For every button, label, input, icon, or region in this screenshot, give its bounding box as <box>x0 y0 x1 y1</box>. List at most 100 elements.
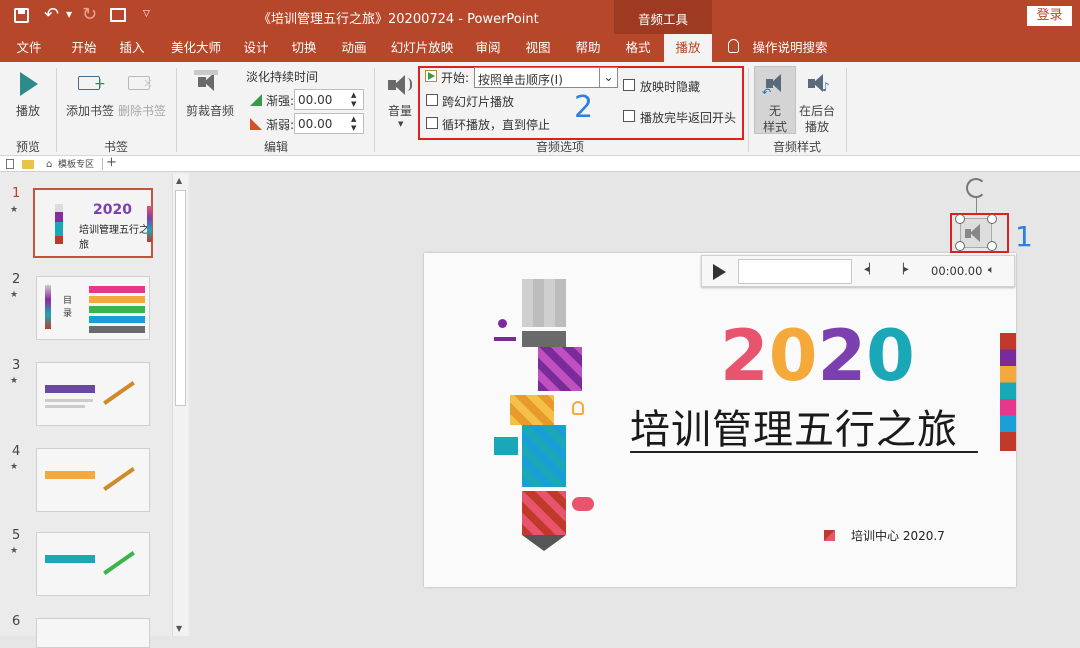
fade-out-input[interactable]: 00.00 ▲ ▼ <box>294 113 364 134</box>
scroll-down-icon[interactable]: ▼ <box>176 624 182 633</box>
player-forward-icon[interactable]: ▕▸ <box>896 264 909 275</box>
group-edit: 编辑 <box>263 140 288 154</box>
fade-in-input[interactable]: 00.00 ▲ ▼ <box>294 89 364 110</box>
redo-icon[interactable]: ↻ <box>82 4 97 25</box>
customize-toolbar-icon[interactable]: ▽ <box>143 9 150 19</box>
thumb-number-4: 4 <box>12 444 21 459</box>
lightbulb-decor-icon <box>572 401 584 415</box>
loop-label: 循环播放，直到停止 <box>442 118 551 132</box>
slide-thumbnail-4[interactable] <box>36 448 150 512</box>
remove-bookmark-icon: × <box>128 76 153 90</box>
slide-title: 培训管理五行之旅 <box>630 407 958 453</box>
cross-slides-checkbox[interactable] <box>426 94 438 106</box>
context-tab-label: 音频工具 <box>637 12 688 27</box>
slide-thumbnail-3[interactable] <box>36 362 150 426</box>
audio-player-bar: ◂▏ ▕▸ 00:00.00 🔈︎ <box>701 255 1015 287</box>
trim-audio-button[interactable]: 剪裁音频 <box>182 102 238 119</box>
volume-dropdown-icon[interactable]: ▼ <box>398 120 403 128</box>
thumb-number-3: 3 <box>12 358 21 373</box>
undo-icon[interactable]: ↶ <box>44 4 59 25</box>
thumb-animation-icon-2: ★ <box>10 290 19 300</box>
tab-help[interactable]: 帮助 <box>566 34 610 62</box>
fade-in-spinner[interactable]: ▲ ▼ <box>351 91 356 109</box>
undo-dropdown-icon[interactable]: ▼ <box>66 10 72 19</box>
new-tab-icon[interactable]: + <box>106 155 117 170</box>
thumb-number-6: 6 <box>12 614 21 629</box>
thumb-number-5: 5 <box>12 528 21 543</box>
fade-out-spinner[interactable]: ▲ ▼ <box>351 115 356 133</box>
tab-review[interactable]: 审阅 <box>466 34 510 62</box>
play-icon[interactable] <box>20 72 38 96</box>
resize-handle-bl[interactable] <box>955 241 965 251</box>
resize-handle-tl[interactable] <box>955 214 965 224</box>
thumb1-title: 培训管理五行之旅 <box>79 225 149 251</box>
tab-insert[interactable]: 插入 <box>112 34 152 62</box>
start-select[interactable]: 按照单击顺序(I) ⌄ <box>474 67 618 88</box>
new-file-icon[interactable] <box>6 159 14 169</box>
present-icon[interactable] <box>110 8 126 22</box>
fade-in-label: 渐强: <box>266 94 295 108</box>
title-bar: ↶ ▼ ↻ ▽ 《培训管理五行之旅》20200724 - PowerPoint … <box>0 0 1080 34</box>
scroll-up-icon[interactable]: ▲ <box>176 176 182 185</box>
resize-handle-tr[interactable] <box>987 214 997 224</box>
save-icon[interactable] <box>14 8 29 23</box>
tab-view[interactable]: 视图 <box>516 34 560 62</box>
ribbon-tabs: 文件 开始 插入 美化大师 设计 切换 动画 幻灯片放映 审阅 视图 帮助 格式… <box>0 34 1080 62</box>
add-bookmark-button[interactable]: 添加书签 <box>64 102 116 119</box>
thumb-number-1: 1 <box>12 186 21 201</box>
tab-transitions[interactable]: 切换 <box>284 34 324 62</box>
slide-thumbnail-1[interactable]: 2020 培训管理五行之旅 <box>33 188 153 258</box>
volume-icon[interactable] <box>386 72 414 96</box>
player-play-icon[interactable] <box>713 264 726 280</box>
group-preview: 预览 <box>15 140 40 154</box>
add-bookmark-icon[interactable]: + <box>78 76 106 91</box>
fade-out-icon <box>250 118 262 130</box>
start-select-chevron-icon[interactable]: ⌄ <box>599 68 617 87</box>
player-volume-icon[interactable]: 🔈︎ <box>988 263 995 277</box>
rewind-checkbox[interactable] <box>623 110 635 122</box>
no-style-icon: ↶ <box>762 72 788 99</box>
fade-in-icon <box>250 94 262 106</box>
slide-thumbnail-5[interactable] <box>36 532 150 596</box>
slide-thumbnail-2[interactable]: 目录 <box>36 276 150 340</box>
background-play-label-1[interactable]: 在后台 <box>796 102 838 119</box>
tab-design[interactable]: 设计 <box>236 34 276 62</box>
slide-canvas[interactable]: 2020 培训管理五行之旅 培训中心 2020.7 <box>424 253 1016 587</box>
background-play-label-2[interactable]: 播放 <box>796 118 838 135</box>
audio-object-connector <box>976 198 977 214</box>
rewind-label: 播放完毕返回开头 <box>640 111 737 125</box>
thumbnail-scrollbar[interactable]: ▲ ▼ <box>172 174 188 636</box>
tab-playback[interactable]: 播放 <box>664 34 712 62</box>
scroll-thumb[interactable] <box>175 190 186 406</box>
thumb1-year: 2020 <box>93 202 132 218</box>
play-button-label[interactable]: 播放 <box>10 102 46 119</box>
volume-button[interactable]: 音量 <box>382 102 418 119</box>
background-play-icon[interactable]: ♪ <box>806 72 830 94</box>
thumb2-heading: 目录 <box>63 296 73 319</box>
slide-year: 2020 <box>720 315 915 397</box>
tab-slideshow[interactable]: 幻灯片放映 <box>386 34 458 62</box>
player-back-icon[interactable]: ◂▏ <box>864 264 877 275</box>
login-button[interactable]: 登录 <box>1027 6 1072 26</box>
resize-handle-br[interactable] <box>987 241 997 251</box>
tab-format[interactable]: 格式 <box>616 34 660 62</box>
tab-animations[interactable]: 动画 <box>332 34 376 62</box>
slide-thumbnail-6[interactable] <box>36 618 150 648</box>
right-color-strip <box>1000 333 1016 451</box>
audio-object-rotate-icon[interactable] <box>966 178 986 198</box>
tab-file[interactable]: 文件 <box>8 34 50 62</box>
group-audio-options: 音频选项 <box>535 140 584 154</box>
tab-beautify[interactable]: 美化大师 <box>164 34 228 62</box>
thumb-animation-icon-3: ★ <box>10 376 19 386</box>
tab-home[interactable]: 开始 <box>62 34 106 62</box>
trim-audio-icon[interactable] <box>194 70 218 94</box>
thumb-number-2: 2 <box>12 272 21 287</box>
home-icon[interactable]: ⌂ <box>46 159 52 170</box>
player-progress-track[interactable] <box>738 259 852 284</box>
template-tab[interactable]: 模板专区 <box>58 157 94 170</box>
loop-checkbox[interactable] <box>426 117 438 129</box>
tell-me-search[interactable]: 操作说明搜索 <box>748 34 832 62</box>
person-icon <box>494 319 516 341</box>
folder-icon[interactable] <box>22 160 34 169</box>
hide-checkbox[interactable] <box>623 79 635 91</box>
